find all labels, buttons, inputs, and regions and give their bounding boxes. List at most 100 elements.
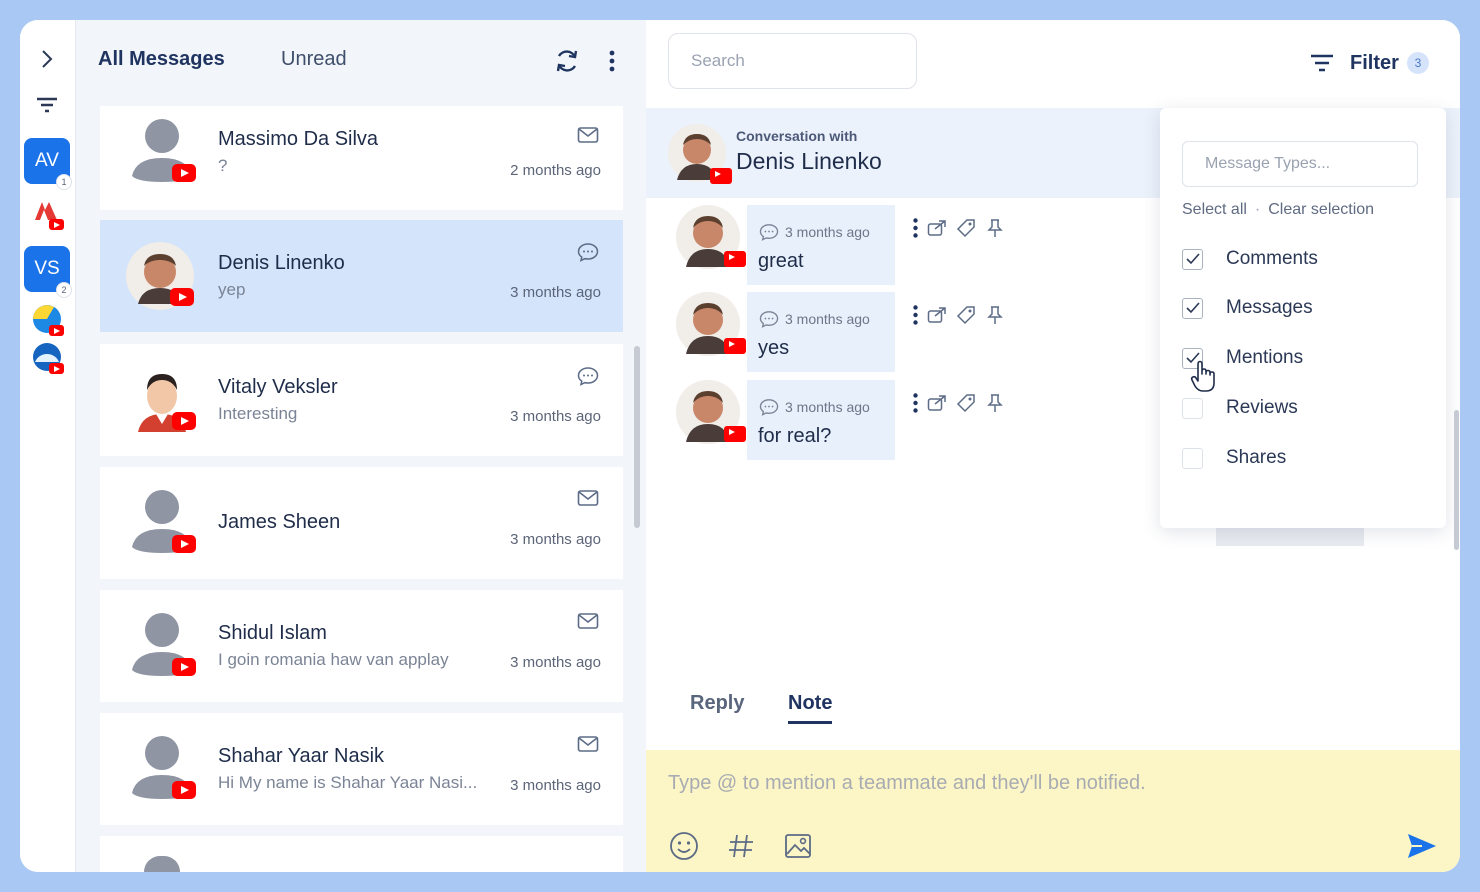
account-brand-logo[interactable] (32, 198, 64, 230)
youtube-icon (172, 535, 196, 553)
account-avatar-yellow[interactable] (32, 304, 64, 336)
pin-icon[interactable] (980, 392, 1009, 414)
message-bubble[interactable]: 3 months ago yes (747, 292, 895, 372)
account-avatar-vs[interactable]: VS 2 (24, 246, 72, 298)
hidden-message-fragment (1216, 526, 1364, 546)
message-card[interactable]: Massimo Da Silva ? 2 months ago (100, 106, 623, 210)
contact-name: Shahar Yaar Nasik (218, 745, 385, 767)
message-preview: I goin romania haw van applay (218, 650, 449, 669)
image-icon[interactable] (782, 830, 814, 862)
avatar (128, 366, 196, 434)
more-vertical-icon[interactable] (908, 304, 922, 326)
youtube-icon (172, 781, 196, 799)
option-label: Mentions (1226, 347, 1304, 368)
message-time: 2 months ago (510, 162, 601, 179)
youtube-icon (724, 338, 746, 354)
checkbox-unchecked[interactable] (1182, 447, 1203, 469)
option-reviews[interactable]: Reviews (1182, 397, 1298, 419)
filter-count-badge: 3 (1406, 52, 1429, 74)
message-card-selected[interactable]: Denis Linenko yep 3 months ago (100, 220, 623, 332)
comment-icon (759, 399, 779, 416)
more-vertical-icon[interactable] (602, 46, 622, 76)
message-bubble[interactable]: 3 months ago great (747, 205, 895, 285)
message-time: 3 months ago (510, 531, 601, 548)
message-list-panel: All Messages Unread Massimo Da Silva ? 2… (76, 20, 646, 872)
hashtag-icon[interactable] (725, 830, 757, 862)
youtube-icon (172, 658, 196, 676)
message-text: for real? (758, 425, 832, 447)
option-comments[interactable]: Comments (1182, 248, 1318, 270)
message-card[interactable]: James Sheen 3 months ago (100, 467, 623, 579)
filter-button[interactable]: Filter 3 (1310, 48, 1429, 78)
tab-unread[interactable]: Unread (281, 48, 347, 71)
filter-lines-icon[interactable] (34, 92, 60, 118)
avatar (676, 205, 746, 269)
note-input[interactable] (668, 772, 1408, 812)
message-card[interactable]: Vitaly Veksler Interesting 3 months ago (100, 344, 623, 456)
option-label: Reviews (1226, 397, 1298, 418)
message-types-input[interactable] (1182, 141, 1418, 187)
selection-links: Select all · Clear selection (1182, 201, 1374, 219)
message-text: great (758, 250, 804, 272)
clear-selection-link[interactable]: Clear selection (1268, 201, 1374, 219)
select-all-link[interactable]: Select all (1182, 201, 1247, 219)
tab-all-messages[interactable]: All Messages (98, 48, 225, 71)
message-card[interactable] (100, 836, 623, 872)
comment-icon (577, 242, 599, 262)
more-vertical-icon[interactable] (908, 392, 922, 414)
emoji-icon[interactable] (668, 830, 700, 862)
avatar (128, 612, 196, 680)
list-scrollbar[interactable] (634, 346, 640, 528)
message-bubble[interactable]: 3 months ago for real? (747, 380, 895, 460)
account-avatar-blue[interactable] (32, 342, 64, 374)
avatar (668, 124, 732, 184)
separator: · (1254, 201, 1261, 218)
account-initials: VS (34, 258, 60, 279)
checkbox-checked[interactable] (1182, 297, 1203, 319)
avatar (676, 380, 746, 444)
account-avatar-av[interactable]: AV 1 (24, 138, 72, 190)
message-time: 3 months ago (510, 408, 601, 425)
contact-name: Denis Linenko (218, 252, 345, 274)
message-preview: Interesting (218, 404, 298, 423)
send-icon[interactable] (1406, 830, 1438, 862)
share-icon[interactable] (922, 217, 951, 239)
option-messages[interactable]: Messages (1182, 297, 1313, 319)
message-actions (908, 217, 1009, 239)
youtube-icon (49, 219, 64, 230)
tag-icon[interactable] (951, 392, 980, 414)
tag-icon[interactable] (951, 217, 980, 239)
message-time: 3 months ago (510, 654, 601, 671)
tab-note[interactable]: Note (788, 692, 833, 724)
refresh-icon[interactable] (552, 46, 582, 76)
account-count-badge: 1 (56, 174, 72, 190)
message-preview: Hi My name is Shahar Yaar Nasi... (218, 773, 478, 792)
pin-icon[interactable] (980, 217, 1009, 239)
mail-icon (577, 735, 599, 755)
more-vertical-icon[interactable] (908, 217, 922, 239)
youtube-icon (710, 168, 732, 184)
avatar (128, 118, 196, 186)
pin-icon[interactable] (980, 304, 1009, 326)
option-shares[interactable]: Shares (1182, 447, 1286, 469)
tag-icon[interactable] (951, 304, 980, 326)
account-initials: AV (35, 150, 59, 171)
conversation-scrollbar[interactable] (1454, 410, 1459, 550)
message-card[interactable]: Shahar Yaar Nasik Hi My name is Shahar Y… (100, 713, 623, 825)
expand-chevron-icon[interactable] (34, 46, 60, 72)
share-icon[interactable] (922, 392, 951, 414)
checkbox-unchecked[interactable] (1182, 397, 1203, 419)
app-window: AV 1 VS 2 All Messages Unread Massimo Da… (20, 20, 1460, 872)
message-card[interactable]: Shidul Islam I goin romania haw van appl… (100, 590, 623, 702)
message-time: 3 months ago (510, 777, 601, 794)
search-input[interactable] (668, 33, 917, 89)
youtube-icon (172, 412, 196, 430)
share-icon[interactable] (922, 304, 951, 326)
avatar (676, 292, 746, 356)
comment-icon (759, 224, 779, 241)
message-preview: ? (218, 156, 228, 175)
account-rail: AV 1 VS 2 (20, 20, 76, 872)
tab-reply[interactable]: Reply (690, 692, 744, 715)
comment-icon (759, 311, 779, 328)
checkbox-checked[interactable] (1182, 248, 1203, 270)
